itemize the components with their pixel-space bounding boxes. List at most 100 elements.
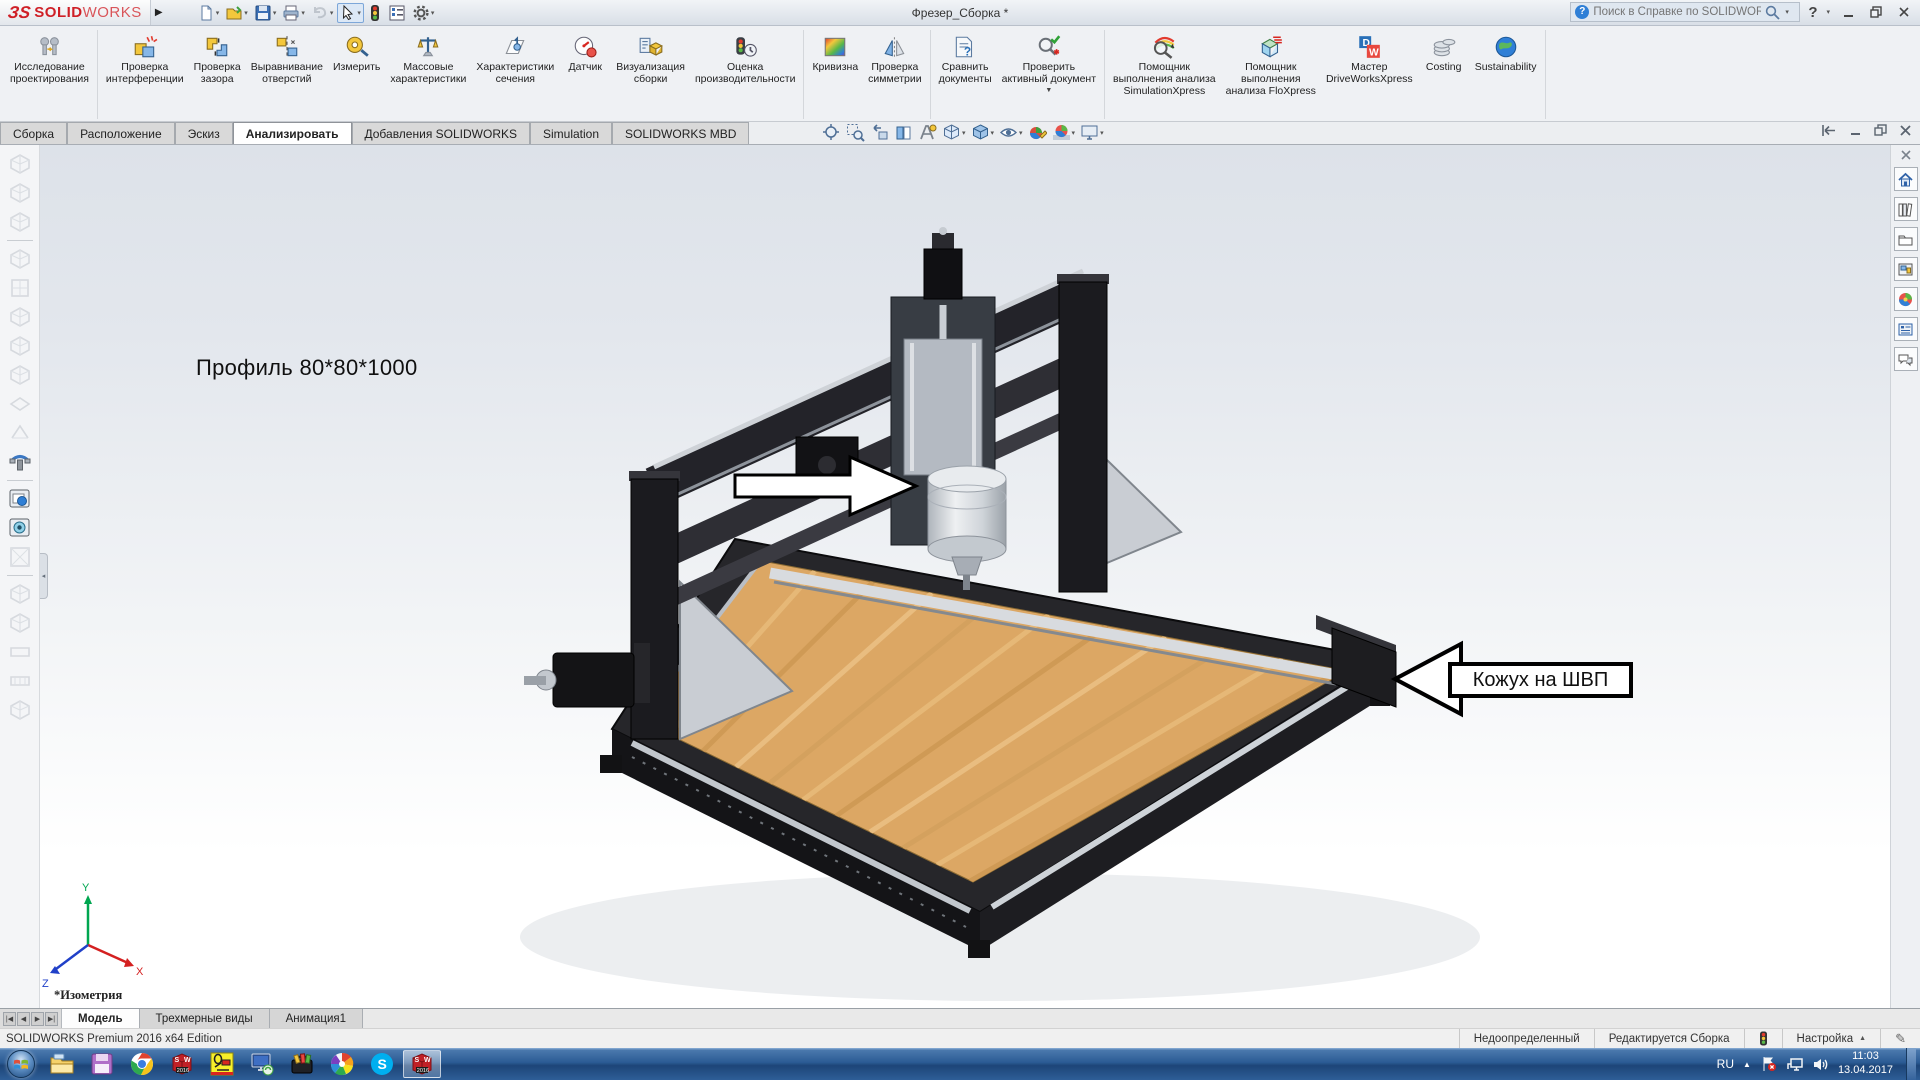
- taskbar-toolbox-button[interactable]: [283, 1050, 321, 1078]
- left-tool-button[interactable]: [7, 420, 33, 446]
- caret-icon[interactable]: ▾: [1785, 8, 1789, 16]
- symmetry-check-button[interactable]: Проверка симметрии: [863, 32, 926, 88]
- doc-close-icon[interactable]: [1899, 124, 1912, 137]
- edit-appearance-button[interactable]: [1028, 123, 1047, 142]
- curvature-button[interactable]: Кривизна: [807, 32, 863, 76]
- mass-properties-button[interactable]: Массовые характеристики: [385, 32, 471, 88]
- dock-arrow-icon[interactable]: [1822, 124, 1837, 137]
- view-settings-button[interactable]: ▾: [1080, 123, 1104, 142]
- panel-collapse-handle[interactable]: ◂: [40, 553, 48, 599]
- tab-simulation[interactable]: Simulation: [530, 122, 612, 144]
- task-pane-file-explorer-tab[interactable]: [1894, 227, 1918, 251]
- minimize-button[interactable]: [1838, 4, 1858, 20]
- left-tool-button[interactable]: [7, 362, 33, 388]
- left-tool-button[interactable]: [7, 333, 33, 359]
- threed-views-tab[interactable]: Трехмерные виды: [140, 1009, 270, 1028]
- undo-button[interactable]: ▾: [309, 3, 336, 23]
- performance-evaluation-button[interactable]: Оценка производительности: [690, 32, 800, 88]
- taskbar-remote-desktop-button[interactable]: [243, 1050, 281, 1078]
- search-input[interactable]: [1593, 6, 1761, 18]
- left-tool-button[interactable]: [7, 180, 33, 206]
- help-caret-icon[interactable]: ▾: [1826, 8, 1830, 16]
- sensor-button[interactable]: Датчик: [559, 32, 611, 76]
- taskbar-solidworks-button[interactable]: SW2016: [163, 1050, 201, 1078]
- tab-scroll-last-button[interactable]: ▶|: [45, 1012, 58, 1026]
- task-pane-custom-properties-tab[interactable]: [1894, 317, 1918, 341]
- show-desktop-button[interactable]: [1906, 1048, 1916, 1080]
- view-orientation-button[interactable]: ▾: [942, 123, 966, 142]
- restore-button[interactable]: [1866, 4, 1886, 20]
- left-tool-button[interactable]: [7, 275, 33, 301]
- task-pane-appearances-tab[interactable]: [1894, 287, 1918, 311]
- search-icon[interactable]: [1765, 5, 1780, 20]
- compare-documents-button[interactable]: ? Сравнить документы: [934, 32, 997, 88]
- doc-minimize-icon[interactable]: [1849, 124, 1862, 137]
- simulationxpress-button[interactable]: Помощник выполнения анализа SimulationXp…: [1108, 32, 1221, 100]
- task-pane-close-icon[interactable]: [1900, 149, 1912, 161]
- taskbar-solidworks-active-button[interactable]: SW2016: [403, 1050, 441, 1078]
- taskbar-media-viewer-button[interactable]: [323, 1050, 361, 1078]
- menu-flyout-arrow-icon[interactable]: ▶: [151, 7, 167, 18]
- action-center-flag-icon[interactable]: [1760, 1056, 1777, 1072]
- left-tool-button[interactable]: [7, 544, 33, 570]
- close-button[interactable]: [1894, 4, 1914, 20]
- language-indicator[interactable]: RU: [1717, 1057, 1734, 1071]
- save-button[interactable]: ▾: [252, 3, 279, 23]
- display-style-button[interactable]: ▾: [971, 123, 995, 142]
- costing-button[interactable]: Costing: [1418, 32, 1470, 76]
- annotations-visibility-button[interactable]: [918, 123, 937, 142]
- floxpress-button[interactable]: Помощник выполнения анализа FloXpress: [1221, 32, 1321, 100]
- help-search-box[interactable]: ? ▾: [1570, 2, 1800, 22]
- design-study-button[interactable]: Исследование проектирования: [5, 32, 94, 88]
- settings-button[interactable]: ▾: [410, 3, 437, 23]
- network-icon[interactable]: [1786, 1057, 1804, 1072]
- taskbar-clock[interactable]: 11:03 13.04.2017: [1838, 1050, 1893, 1078]
- zoom-to-fit-button[interactable]: [822, 123, 841, 142]
- left-tool-button-mate[interactable]: [7, 449, 33, 475]
- left-tool-button-preview1[interactable]: [7, 486, 33, 512]
- taskbar-cad-utility-button[interactable]: [203, 1050, 241, 1078]
- rebuild-status[interactable]: [1744, 1029, 1782, 1048]
- previous-view-button[interactable]: [870, 123, 889, 142]
- left-tool-button[interactable]: [7, 639, 33, 665]
- open-document-button[interactable]: ▾: [223, 3, 250, 23]
- options-list-button[interactable]: [386, 3, 408, 23]
- hide-show-items-button[interactable]: ▾: [999, 123, 1023, 142]
- select-tool-button[interactable]: ▾: [337, 3, 364, 23]
- tab-mbd[interactable]: SOLIDWORKS MBD: [612, 122, 749, 144]
- tag-edit-button[interactable]: ✎: [1880, 1029, 1920, 1048]
- animation-tab[interactable]: Анимация1: [270, 1009, 363, 1028]
- task-pane-resources-tab[interactable]: [1894, 167, 1918, 191]
- left-tool-button[interactable]: [7, 668, 33, 694]
- new-document-button[interactable]: ▾: [195, 3, 222, 23]
- interference-check-button[interactable]: Проверка интерференции: [101, 32, 189, 88]
- tab-scroll-prev-button[interactable]: ◀: [17, 1012, 30, 1026]
- assembly-visualization-button[interactable]: Визуализация сборки: [611, 32, 690, 88]
- task-pane-view-palette-tab[interactable]: [1894, 257, 1918, 281]
- zoom-to-area-button[interactable]: [846, 123, 865, 142]
- hole-alignment-button[interactable]: Выравнивание отверстий: [246, 32, 328, 88]
- taskbar-skype-button[interactable]: S: [363, 1050, 401, 1078]
- tab-scroll-first-button[interactable]: |◀: [3, 1012, 16, 1026]
- left-tool-button[interactable]: [7, 697, 33, 723]
- start-button[interactable]: [4, 1049, 38, 1079]
- left-tool-button-preview2[interactable]: [7, 515, 33, 541]
- tab-addins[interactable]: Добавления SOLIDWORKS: [352, 122, 531, 144]
- left-tool-button[interactable]: [7, 209, 33, 235]
- help-button[interactable]: ?: [1808, 4, 1817, 21]
- taskbar-explorer-button[interactable]: [43, 1050, 81, 1078]
- tray-expand-icon[interactable]: ▲: [1743, 1060, 1751, 1069]
- volume-icon[interactable]: [1813, 1057, 1829, 1072]
- clearance-check-button[interactable]: Проверка зазора: [189, 32, 246, 88]
- print-button[interactable]: ▾: [280, 3, 307, 23]
- custom-toolbar-button[interactable]: Настройка▲: [1782, 1029, 1881, 1048]
- left-tool-button[interactable]: [7, 246, 33, 272]
- sustainability-button[interactable]: Sustainability: [1470, 32, 1542, 76]
- model-tab[interactable]: Модель: [62, 1009, 140, 1028]
- left-tool-button[interactable]: [7, 151, 33, 177]
- driveworksxpress-button[interactable]: DW Мастер DriveWorksXpress: [1321, 32, 1418, 88]
- task-pane-design-library-tab[interactable]: [1894, 197, 1918, 221]
- section-properties-button[interactable]: Характеристики сечения: [471, 32, 559, 88]
- tab-scroll-next-button[interactable]: ▶: [31, 1012, 44, 1026]
- tab-layout[interactable]: Расположение: [67, 122, 175, 144]
